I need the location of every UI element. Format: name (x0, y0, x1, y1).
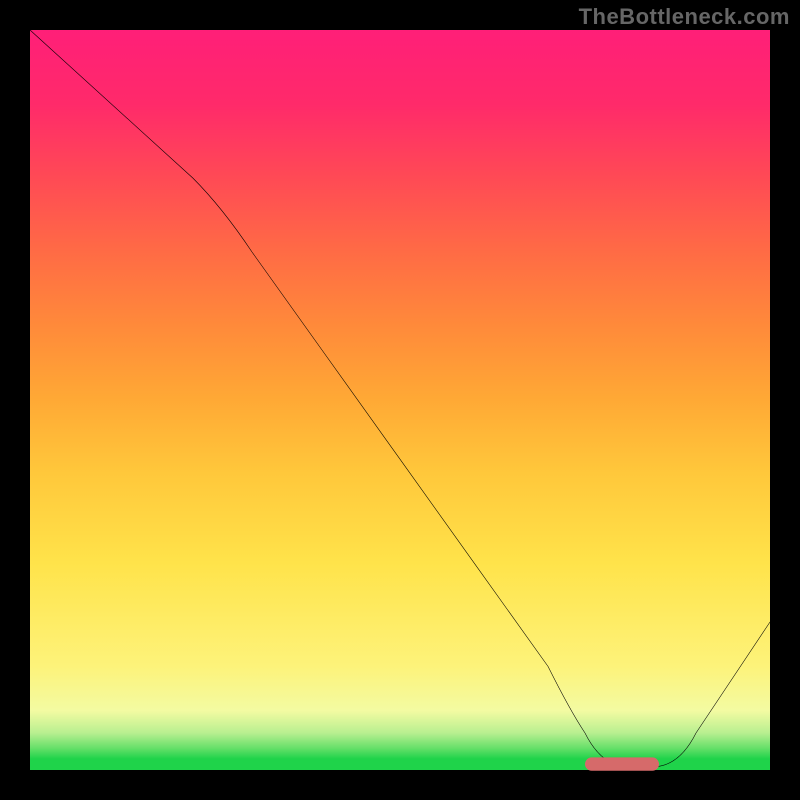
optimal-range-marker (30, 30, 770, 770)
optimal-marker-bar (585, 757, 659, 770)
chart-frame: TheBottleneck.com (0, 0, 800, 800)
watermark-text: TheBottleneck.com (579, 4, 790, 30)
